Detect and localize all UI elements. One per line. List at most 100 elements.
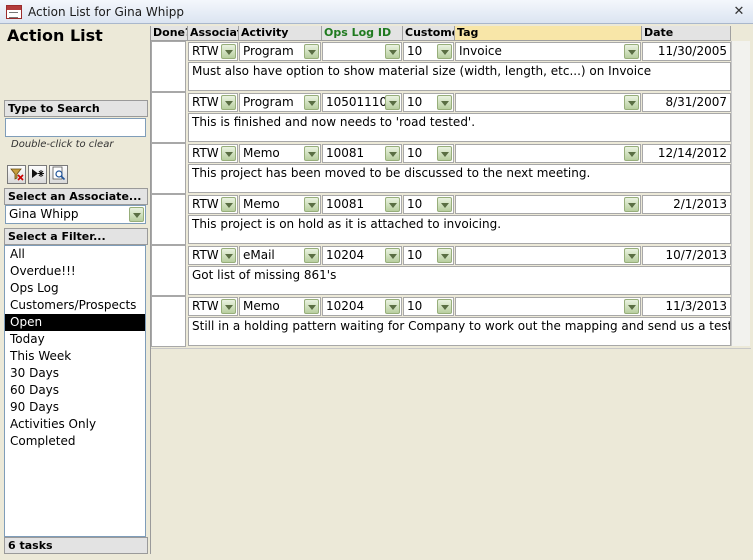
action-record[interactable]: RTW Memo 10081 10 2/1/2013 This project is on…: [151, 194, 731, 245]
date-cell[interactable]: 10/7/2013: [642, 246, 731, 265]
opslog-cell[interactable]: 10501110: [322, 93, 402, 112]
new-record-button[interactable]: [28, 165, 47, 184]
filter-item[interactable]: 60 Days: [5, 382, 145, 399]
chevron-down-icon[interactable]: [624, 146, 639, 161]
close-icon[interactable]: ✕: [731, 4, 747, 20]
customer-cell[interactable]: 10: [403, 246, 454, 265]
chevron-down-icon[interactable]: [437, 95, 452, 110]
customer-cell[interactable]: 10: [403, 195, 454, 214]
date-cell[interactable]: 8/31/2007: [642, 93, 731, 112]
done-checkbox-cell[interactable]: [151, 41, 186, 92]
chevron-down-icon[interactable]: [304, 44, 319, 59]
filter-item[interactable]: Completed: [5, 433, 145, 450]
associate-select[interactable]: Gina Whipp: [5, 205, 146, 224]
filter-item[interactable]: Customers/Prospects: [5, 297, 145, 314]
date-cell[interactable]: 12/14/2012: [642, 144, 731, 163]
activity-cell[interactable]: Memo: [239, 297, 321, 316]
filter-item[interactable]: 90 Days: [5, 399, 145, 416]
filter-item[interactable]: Overdue!!!: [5, 263, 145, 280]
chevron-down-icon[interactable]: [221, 95, 236, 110]
customer-cell[interactable]: 10: [403, 144, 454, 163]
col-header-opslog[interactable]: Ops Log ID: [322, 26, 403, 41]
chevron-down-icon[interactable]: [385, 197, 400, 212]
done-checkbox-cell[interactable]: [151, 92, 186, 143]
action-record[interactable]: RTW Memo 10204 10 11/3/2013 Still in a holdin…: [151, 296, 731, 347]
chevron-down-icon[interactable]: [304, 95, 319, 110]
action-record[interactable]: RTW Program 10 Invoice 11/30/2005 Must also h…: [151, 41, 731, 92]
chevron-down-icon[interactable]: [624, 299, 639, 314]
associate-cell[interactable]: RTW: [188, 42, 238, 61]
opslog-cell[interactable]: [322, 42, 402, 61]
associate-cell[interactable]: RTW: [188, 297, 238, 316]
customer-cell[interactable]: 10: [403, 93, 454, 112]
filter-item[interactable]: Open: [5, 314, 145, 331]
activity-cell[interactable]: Program: [239, 42, 321, 61]
date-cell[interactable]: 11/3/2013: [642, 297, 731, 316]
note-field[interactable]: This project has been moved to be discus…: [188, 164, 731, 193]
action-record[interactable]: RTW eMail 10204 10 10/7/2013 Got list of miss…: [151, 245, 731, 296]
filter-item[interactable]: This Week: [5, 348, 145, 365]
print-preview-button[interactable]: [49, 165, 68, 184]
search-notes-input[interactable]: [5, 118, 146, 137]
filter-item[interactable]: All: [5, 246, 145, 263]
associate-cell[interactable]: RTW: [188, 144, 238, 163]
chevron-down-icon[interactable]: [437, 44, 452, 59]
chevron-down-icon[interactable]: [624, 44, 639, 59]
chevron-down-icon[interactable]: [221, 197, 236, 212]
tag-cell[interactable]: [455, 195, 641, 214]
date-cell[interactable]: 2/1/2013: [642, 195, 731, 214]
col-header-associate[interactable]: Associate: [188, 26, 239, 41]
filter-item[interactable]: Ops Log: [5, 280, 145, 297]
chevron-down-icon[interactable]: [385, 44, 400, 59]
chevron-down-icon[interactable]: [385, 299, 400, 314]
col-header-customer[interactable]: Customer: [403, 26, 455, 41]
chevron-down-icon[interactable]: [221, 299, 236, 314]
tag-cell[interactable]: [455, 246, 641, 265]
activity-cell[interactable]: Memo: [239, 144, 321, 163]
chevron-down-icon[interactable]: [221, 44, 236, 59]
chevron-down-icon[interactable]: [437, 146, 452, 161]
associate-cell[interactable]: RTW: [188, 93, 238, 112]
chevron-down-icon[interactable]: [385, 146, 400, 161]
customer-cell[interactable]: 10: [403, 42, 454, 61]
chevron-down-icon[interactable]: [385, 248, 400, 263]
chevron-down-icon[interactable]: [304, 248, 319, 263]
chevron-down-icon[interactable]: [437, 299, 452, 314]
col-header-done[interactable]: Done?: [151, 26, 188, 41]
filter-item[interactable]: Today: [5, 331, 145, 348]
note-field[interactable]: Got list of missing 861's: [188, 266, 731, 295]
tag-cell[interactable]: [455, 144, 641, 163]
customer-cell[interactable]: 10: [403, 297, 454, 316]
filter-list[interactable]: All Overdue!!! Ops Log Customers/Prospects O…: [4, 245, 146, 537]
chevron-down-icon[interactable]: [221, 146, 236, 161]
chevron-down-icon[interactable]: [437, 197, 452, 212]
col-header-tag[interactable]: Tag: [455, 26, 642, 41]
col-header-date[interactable]: Date: [642, 26, 731, 41]
chevron-down-icon[interactable]: [304, 197, 319, 212]
tag-cell[interactable]: [455, 93, 641, 112]
chevron-down-icon[interactable]: [129, 207, 144, 222]
associate-cell[interactable]: RTW: [188, 195, 238, 214]
activity-cell[interactable]: eMail: [239, 246, 321, 265]
clear-filter-button[interactable]: [7, 165, 26, 184]
chevron-down-icon[interactable]: [624, 95, 639, 110]
filter-item[interactable]: Activities Only: [5, 416, 145, 433]
activity-cell[interactable]: Memo: [239, 195, 321, 214]
chevron-down-icon[interactable]: [304, 299, 319, 314]
chevron-down-icon[interactable]: [437, 248, 452, 263]
vertical-scrollbar[interactable]: [731, 41, 750, 346]
tag-cell[interactable]: Invoice: [455, 42, 641, 61]
chevron-down-icon[interactable]: [624, 197, 639, 212]
note-field[interactable]: This project is on hold as it is attache…: [188, 215, 731, 244]
note-field[interactable]: Must also have option to show material s…: [188, 62, 731, 91]
done-checkbox-cell[interactable]: [151, 245, 186, 296]
chevron-down-icon[interactable]: [624, 248, 639, 263]
done-checkbox-cell[interactable]: [151, 143, 186, 194]
done-checkbox-cell[interactable]: [151, 296, 186, 347]
chevron-down-icon[interactable]: [221, 248, 236, 263]
associate-cell[interactable]: RTW: [188, 246, 238, 265]
action-record[interactable]: RTW Memo 10081 10 12/14/2012 This project has…: [151, 143, 731, 194]
filter-item[interactable]: 30 Days: [5, 365, 145, 382]
note-field[interactable]: Still in a holding pattern waiting for C…: [188, 317, 731, 346]
chevron-down-icon[interactable]: [304, 146, 319, 161]
